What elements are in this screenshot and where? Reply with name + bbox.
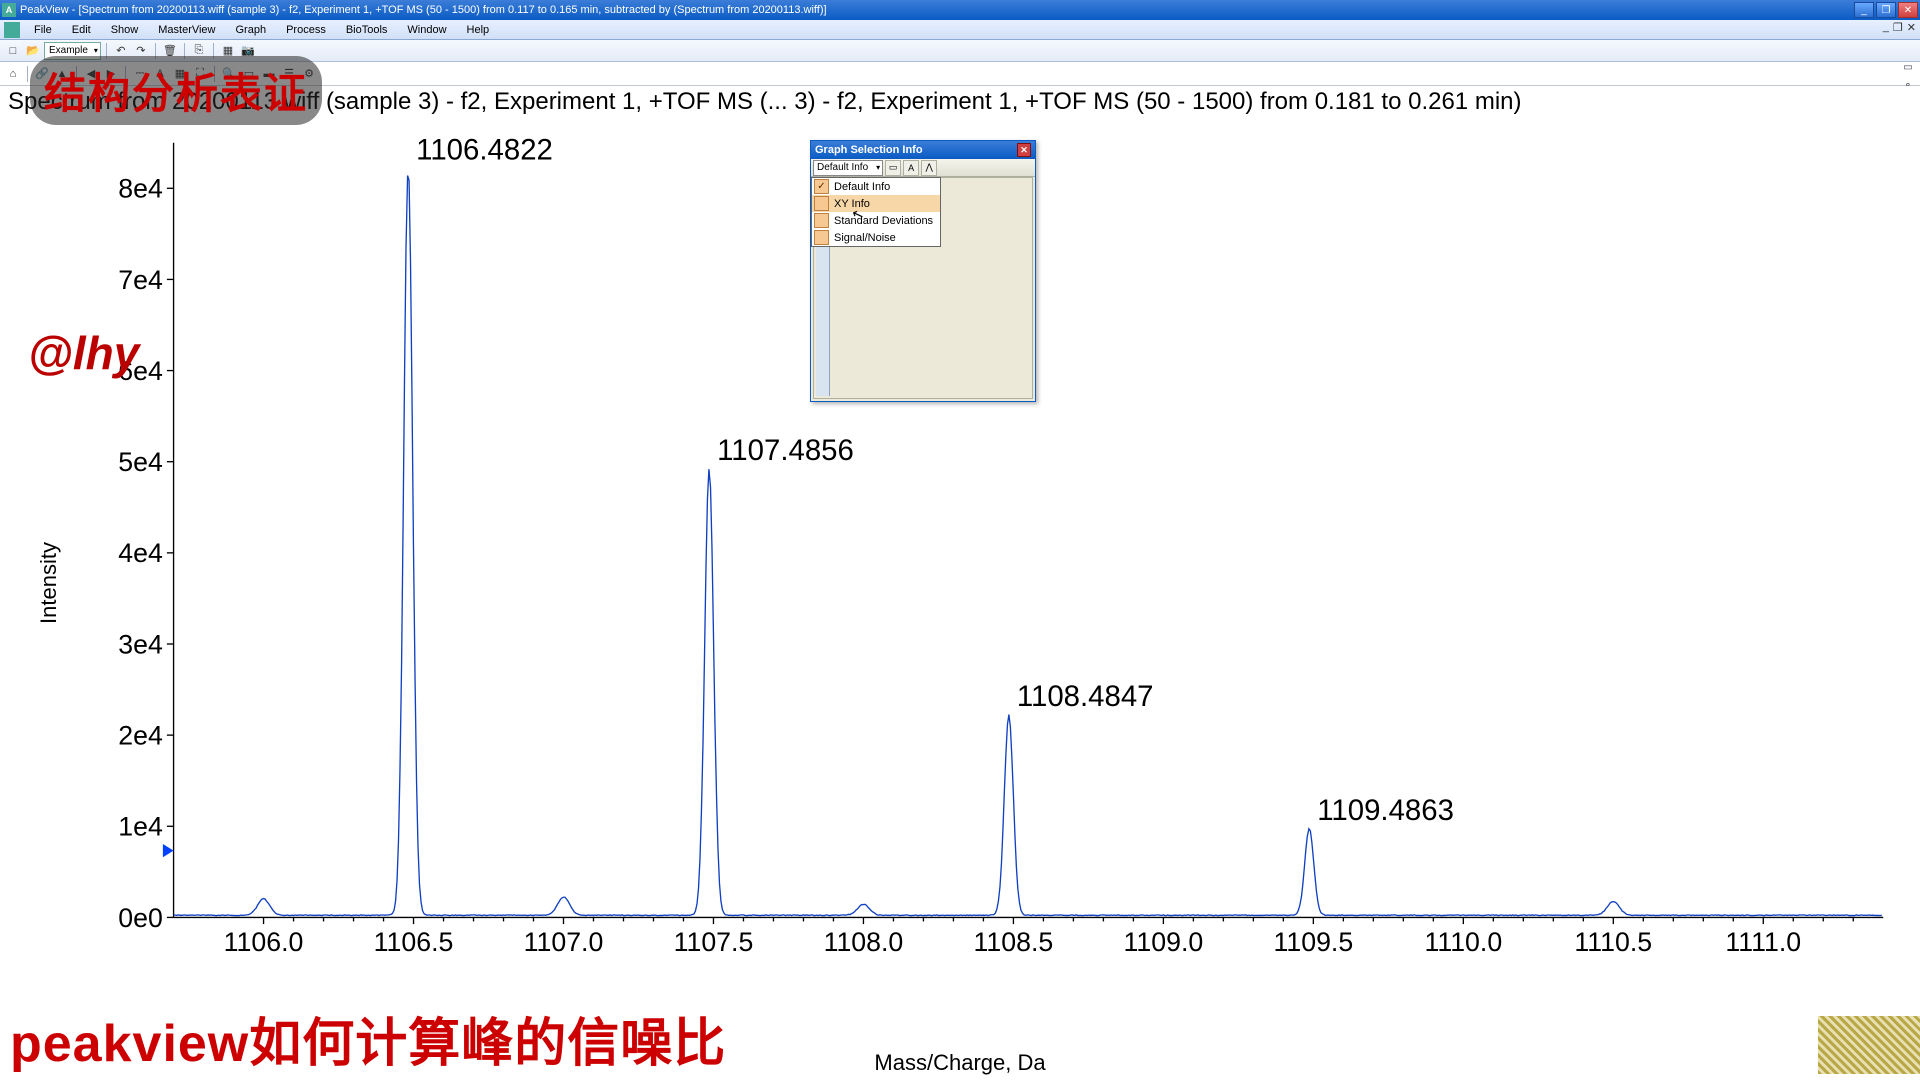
float-close-button[interactable]: ✕	[1017, 143, 1031, 157]
float-title-text: Graph Selection Info	[815, 144, 923, 156]
menu-show[interactable]: Show	[101, 24, 149, 36]
mdi-restore[interactable]: ❐	[1893, 21, 1903, 34]
float-toolbar: Default Info ▭ A ⋀	[811, 159, 1035, 177]
svg-text:1107.4856: 1107.4856	[717, 434, 854, 467]
svg-text:1109.4863: 1109.4863	[1317, 794, 1454, 827]
open-icon[interactable]: 📂	[24, 42, 42, 60]
float-btn-1[interactable]: ▭	[885, 160, 901, 176]
svg-text:5e4: 5e4	[118, 447, 163, 477]
svg-text:0e0: 0e0	[118, 903, 163, 933]
overlay-pill-text: 结构分析表证	[30, 56, 322, 125]
svg-text:1109.5: 1109.5	[1274, 927, 1354, 957]
svg-text:7e4: 7e4	[118, 265, 163, 295]
menu-file[interactable]: File	[24, 24, 62, 36]
svg-text:2e4: 2e4	[118, 720, 163, 750]
svg-text:1e4: 1e4	[118, 812, 163, 842]
window-title: PeakView - [Spectrum from 20200113.wiff …	[20, 4, 1854, 16]
menu-help[interactable]: Help	[457, 24, 500, 36]
home-icon[interactable]: ⌂	[4, 65, 22, 83]
opt-xy-info[interactable]: XY Info	[812, 195, 940, 212]
x-axis-label: Mass/Charge, Da	[874, 1050, 1045, 1076]
svg-text:1109.0: 1109.0	[1124, 927, 1204, 957]
opt-default-info[interactable]: ✓ Default Info	[812, 178, 940, 195]
svg-text:1110.0: 1110.0	[1424, 927, 1502, 957]
side-zoom-icon[interactable]: ▭	[1900, 62, 1916, 78]
float-btn-2[interactable]: A	[903, 160, 919, 176]
svg-text:8e4: 8e4	[118, 174, 163, 204]
close-button[interactable]: ✕	[1898, 2, 1918, 18]
menu-bar: File Edit Show MasterView Graph Process …	[0, 20, 1920, 40]
maximize-button[interactable]: ❐	[1876, 2, 1896, 18]
svg-text:1111.0: 1111.0	[1725, 927, 1801, 957]
opt-std-dev[interactable]: Standard Deviations	[812, 212, 940, 229]
mdi-minimize[interactable]: _	[1883, 21, 1889, 34]
overlay-handle-text: @lhy	[28, 326, 139, 380]
svg-text:1106.0: 1106.0	[224, 927, 304, 957]
check-icon: ✓	[814, 179, 829, 194]
menu-process[interactable]: Process	[276, 24, 336, 36]
mdi-controls: _ ❐ ✕	[1883, 21, 1916, 34]
new-icon[interactable]: □	[4, 42, 22, 60]
overlay-caption-text: peakview如何计算峰的信噪比	[10, 1001, 726, 1076]
hatched-overlay	[1818, 1016, 1920, 1074]
menu-biotools[interactable]: BioTools	[336, 24, 398, 36]
window-controls: _ ❐ ✕	[1854, 2, 1918, 18]
svg-text:1108.5: 1108.5	[974, 927, 1054, 957]
svg-text:1106.5: 1106.5	[374, 927, 454, 957]
info-type-combo[interactable]: Default Info	[813, 160, 883, 176]
info-type-dropdown: ✓ Default Info XY Info Standard Deviatio…	[811, 177, 941, 247]
title-bar: A PeakView - [Spectrum from 20200113.wif…	[0, 0, 1920, 20]
svg-text:4e4: 4e4	[118, 538, 163, 568]
minimize-button[interactable]: _	[1854, 2, 1874, 18]
svg-text:3e4: 3e4	[118, 629, 163, 659]
svg-text:1110.5: 1110.5	[1574, 927, 1652, 957]
svg-text:1108.4847: 1108.4847	[1017, 680, 1154, 713]
opt-signal-noise[interactable]: Signal/Noise	[812, 229, 940, 246]
svg-text:1106.4822: 1106.4822	[416, 133, 553, 166]
app-icon: A	[2, 3, 16, 17]
float-title-bar[interactable]: Graph Selection Info ✕	[811, 141, 1035, 159]
menu-window[interactable]: Window	[397, 24, 456, 36]
app-icon-small	[4, 22, 20, 38]
mdi-close[interactable]: ✕	[1907, 21, 1916, 34]
menu-masterview[interactable]: MasterView	[148, 24, 225, 36]
graph-selection-info-window[interactable]: Graph Selection Info ✕ Default Info ▭ A …	[810, 140, 1036, 402]
svg-text:1107.0: 1107.0	[524, 927, 604, 957]
svg-text:1107.5: 1107.5	[674, 927, 754, 957]
svg-text:1108.0: 1108.0	[824, 927, 904, 957]
menu-edit[interactable]: Edit	[62, 24, 101, 36]
menu-graph[interactable]: Graph	[226, 24, 277, 36]
float-btn-3[interactable]: ⋀	[921, 160, 937, 176]
